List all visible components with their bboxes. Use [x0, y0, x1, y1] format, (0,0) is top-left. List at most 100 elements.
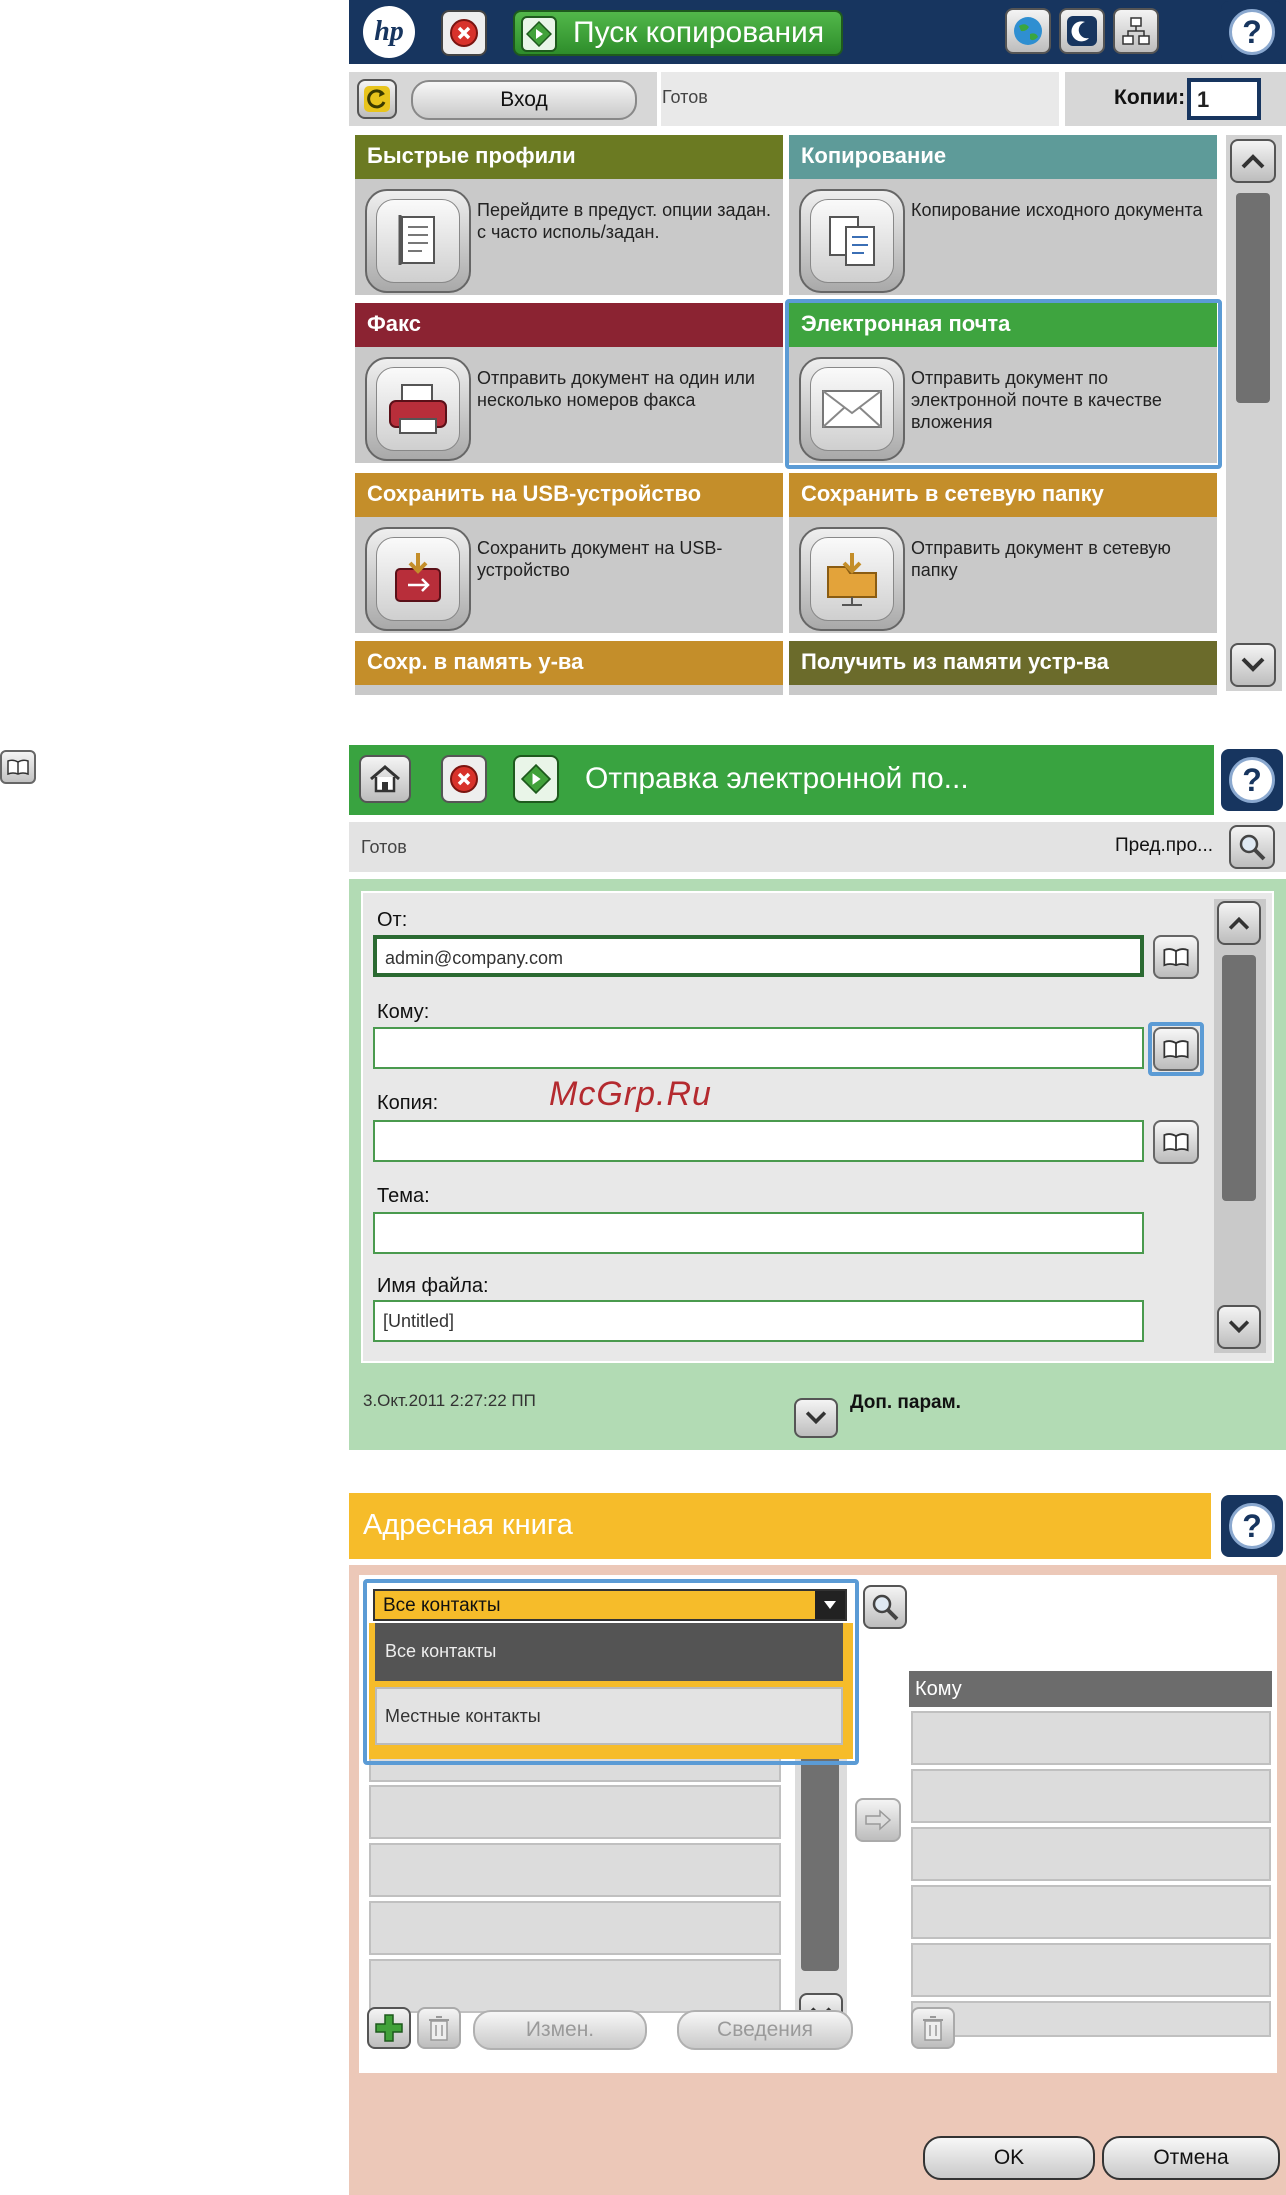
moon-icon	[1067, 16, 1097, 46]
scroll-down-button[interactable]	[1217, 1305, 1261, 1349]
tile-quick-sets[interactable]: Быстрые профили Перейдите в предуст. опц…	[355, 135, 783, 295]
top-bar: hp Пуск копирования ?	[349, 0, 1286, 64]
tile-title: Быстрые профили	[355, 135, 783, 179]
ok-button[interactable]: OK	[923, 2136, 1095, 2180]
details-label: Сведения	[717, 2018, 813, 2041]
dropdown-selected-label: Все контакты	[383, 1595, 501, 1616]
tile-description: Копирование исходного документа	[911, 200, 1203, 220]
dropdown-option-all-contacts[interactable]: Все контакты	[375, 1623, 843, 1681]
address-book-title: Адресная книга	[363, 1509, 573, 1541]
from-address-book-button[interactable]	[1153, 935, 1199, 979]
address-book-screen: Адресная книга ? Кому Все контакты Все к…	[349, 1493, 1286, 2195]
delete-contact-button[interactable]	[417, 2007, 461, 2049]
to-label: Кому:	[377, 1001, 430, 1023]
search-button[interactable]	[863, 1585, 907, 1629]
email-title-bar: Отправка электронной по...	[349, 745, 1214, 815]
stop-button[interactable]	[441, 10, 487, 56]
copies-label: Копии:	[1114, 86, 1186, 109]
plus-icon	[375, 2014, 403, 2042]
scroll-up-button[interactable]	[1230, 139, 1276, 183]
option-label: Местные контакты	[385, 1706, 541, 1726]
network-folder-icon	[799, 527, 905, 631]
recipient-row[interactable]	[911, 1943, 1271, 1997]
recipient-row[interactable]	[911, 1711, 1271, 1765]
remove-recipient-button[interactable]	[911, 2007, 955, 2049]
more-options-button[interactable]	[794, 1398, 838, 1438]
arrow-right-icon	[865, 1809, 892, 1831]
details-button[interactable]: Сведения	[677, 2010, 853, 2050]
edit-button[interactable]: Измен.	[473, 2010, 647, 2050]
scroll-thumb[interactable]	[1222, 955, 1256, 1201]
list-item[interactable]	[369, 1843, 781, 1897]
copies-input[interactable]: 1	[1187, 78, 1261, 120]
stop-icon	[450, 19, 478, 47]
help-button[interactable]: ?	[1221, 749, 1283, 811]
network-button[interactable]	[1113, 8, 1159, 54]
usb-icon	[365, 527, 471, 631]
list-item[interactable]	[369, 1901, 781, 1955]
stop-button[interactable]	[441, 755, 487, 803]
tile-description: Перейдите в предуст. опции задан. с част…	[477, 200, 772, 242]
tile-save-usb[interactable]: Сохранить на USB-устройство Сохранить до…	[355, 473, 783, 633]
tile-save-network-folder[interactable]: Сохранить в сетевую папку Отправить доку…	[789, 473, 1217, 633]
dropdown-option-local-contacts[interactable]: Местные контакты	[375, 1687, 843, 1745]
add-contact-button[interactable]	[367, 2007, 411, 2049]
stop-icon	[450, 765, 478, 793]
tile-save-device-memory[interactable]: Сохр. в память у-ва	[355, 641, 783, 695]
address-book-panel: Кому Все контакты Все контакты Местные к…	[349, 1565, 1286, 2195]
chevron-down-icon	[1241, 657, 1265, 672]
start-copy-button[interactable]: Пуск копирования	[513, 10, 843, 56]
home-scrollbar[interactable]	[1226, 135, 1282, 691]
tile-title: Копирование	[789, 135, 1217, 179]
recipient-row[interactable]	[911, 1827, 1271, 1881]
chevron-up-icon	[1228, 916, 1250, 930]
tile-copy[interactable]: Копирование Копирование исходного докуме…	[789, 135, 1217, 295]
hp-logo: hp	[363, 6, 415, 58]
cc-field[interactable]	[373, 1120, 1144, 1162]
magnifier-icon	[1239, 834, 1266, 861]
to-header-label: Кому	[915, 1678, 962, 1700]
help-button[interactable]: ?	[1221, 1495, 1283, 1557]
list-item[interactable]	[369, 1959, 781, 2013]
to-field[interactable]	[373, 1027, 1144, 1069]
contacts-dropdown[interactable]: Все контакты	[373, 1589, 847, 1621]
home-button[interactable]	[359, 755, 411, 803]
recipient-row[interactable]	[911, 2001, 1271, 2037]
tile-title: Факс	[355, 303, 783, 347]
email-title: Отправка электронной по...	[585, 762, 969, 795]
search-icon	[872, 1594, 899, 1621]
network-icon	[1122, 17, 1150, 45]
subject-field[interactable]	[373, 1212, 1144, 1254]
help-button[interactable]: ?	[1221, 1, 1283, 63]
tile-retrieve-device-memory[interactable]: Получить из памяти устр-ва	[789, 641, 1217, 695]
refresh-button[interactable]	[357, 79, 397, 119]
preview-label: Пред.про...	[1115, 835, 1213, 856]
network-globe-button[interactable]	[1005, 8, 1051, 54]
filename-field[interactable]: [Untitled]	[373, 1300, 1144, 1342]
start-button[interactable]	[513, 755, 559, 803]
status-text: Готов	[361, 837, 407, 857]
home-icon	[370, 765, 400, 793]
tile-fax[interactable]: Факс Отправить документ на один или неск…	[355, 303, 783, 463]
cc-address-book-button[interactable]	[1153, 1120, 1199, 1164]
subject-label: Тема:	[377, 1185, 430, 1207]
chevron-up-icon	[1241, 154, 1265, 169]
from-field[interactable]: admin@company.com	[373, 935, 1144, 977]
list-item[interactable]	[369, 1785, 781, 1839]
cancel-button[interactable]: Отмена	[1102, 2136, 1280, 2180]
sleep-button[interactable]	[1059, 8, 1105, 54]
preview-button[interactable]	[1229, 825, 1275, 869]
recipient-row[interactable]	[911, 1769, 1271, 1823]
recipient-row[interactable]	[911, 1885, 1271, 1939]
form-scrollbar[interactable]	[1214, 899, 1266, 1353]
tile-description: Отправить документ в сетевую папку	[911, 538, 1171, 580]
more-options-label: Доп. парам.	[850, 1392, 961, 1413]
address-book-icon	[1163, 1133, 1189, 1152]
login-button[interactable]: Вход	[411, 80, 637, 120]
filename-label: Имя файла:	[377, 1275, 489, 1297]
to-address-book-button[interactable]	[1153, 1027, 1199, 1071]
add-to-recipients-button[interactable]	[855, 1798, 901, 1842]
scroll-up-button[interactable]	[1217, 901, 1261, 945]
scroll-thumb[interactable]	[1236, 193, 1270, 403]
scroll-down-button[interactable]	[1230, 643, 1276, 687]
